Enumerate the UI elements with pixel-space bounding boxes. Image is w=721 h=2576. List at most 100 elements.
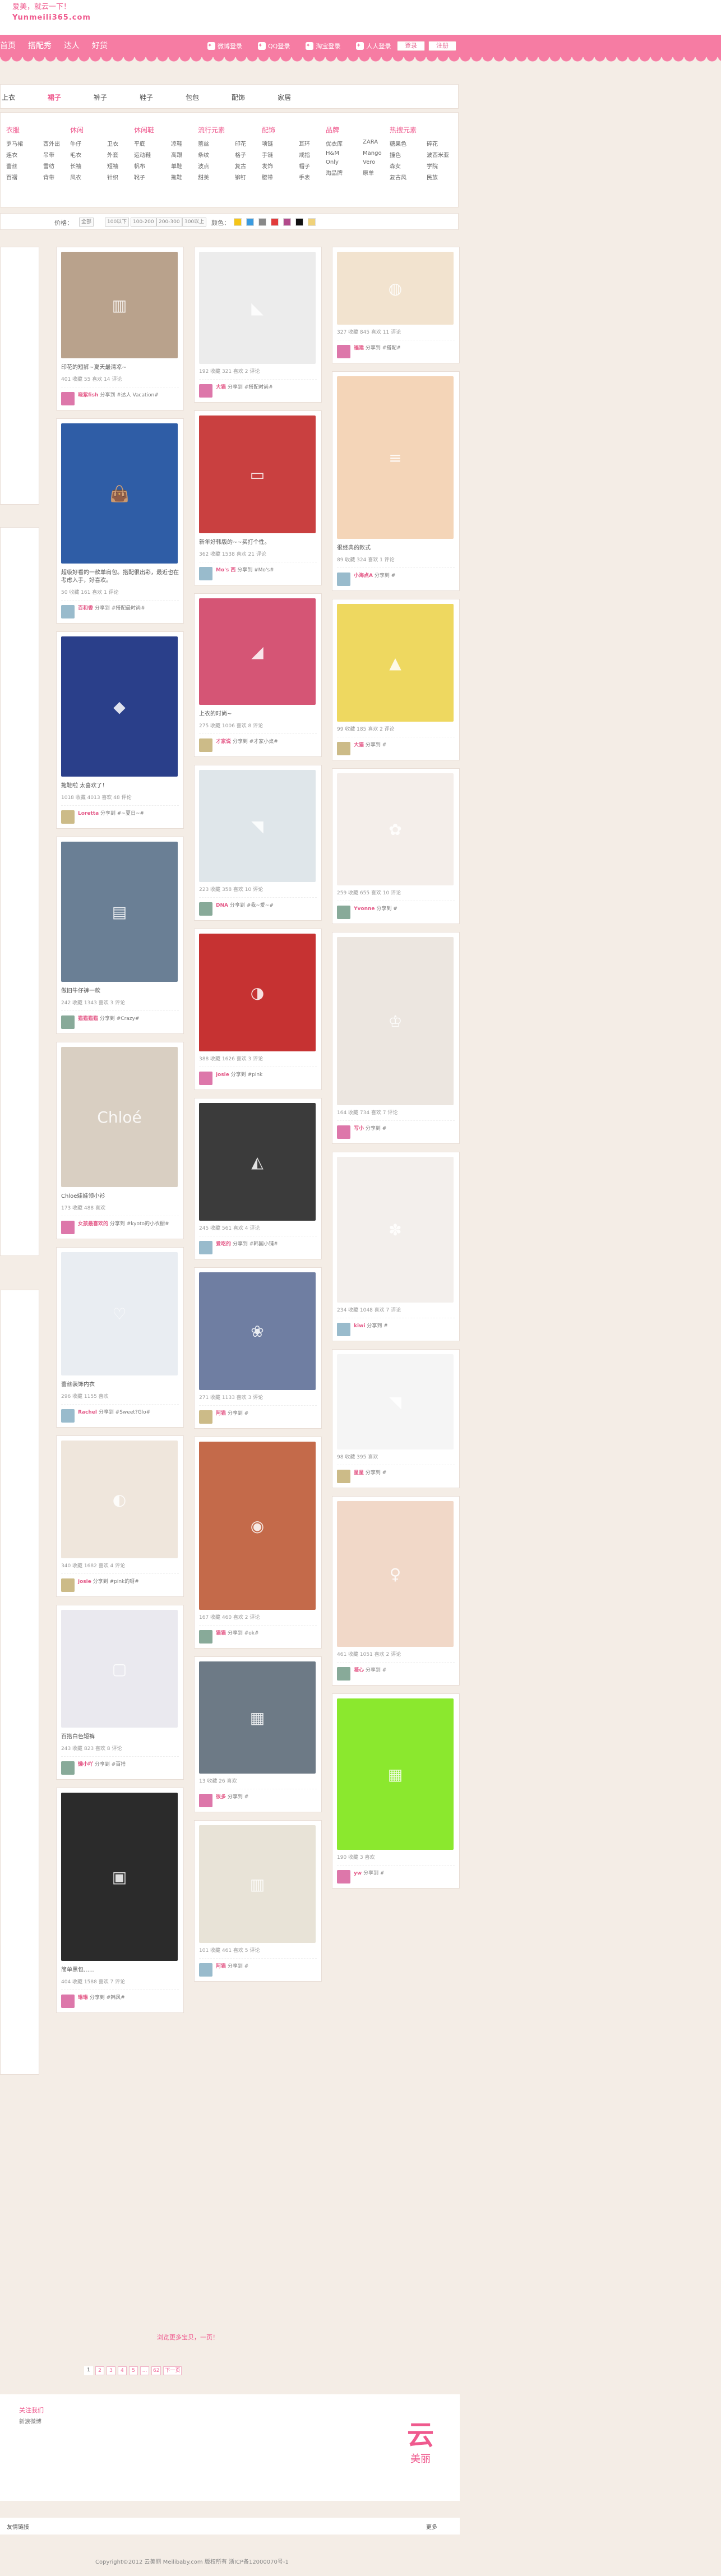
sharer-name[interactable]: josie bbox=[78, 1579, 91, 1585]
category-tab[interactable]: 配饰 bbox=[232, 93, 278, 102]
sharer-name[interactable]: kiwi bbox=[354, 1323, 365, 1329]
product-card[interactable]: ◐ 340 收藏 1682 喜欢 4 评论 josie 分享到 #pink的呀# bbox=[56, 1435, 184, 1597]
product-card[interactable]: ✿ 259 收藏 655 喜欢 10 评论 Yvonne 分享到 # bbox=[332, 768, 460, 924]
product-image[interactable]: Chloé bbox=[61, 1047, 178, 1187]
product-image[interactable]: ◥ bbox=[337, 1354, 454, 1449]
product-image[interactable]: ◐ bbox=[61, 1441, 178, 1558]
sharer-name[interactable]: 星星 bbox=[354, 1470, 364, 1476]
sharer-name[interactable]: 猫猫猫猫 bbox=[78, 1016, 98, 1022]
product-image[interactable]: ◭ bbox=[199, 1103, 316, 1221]
product-card[interactable]: ▲ 99 收藏 185 喜欢 2 评论 大猫 分享到 # bbox=[332, 599, 460, 760]
nav-item[interactable]: 达人 bbox=[64, 40, 92, 52]
color-swatch[interactable] bbox=[246, 218, 254, 226]
filter-option[interactable]: 复古风 bbox=[390, 173, 427, 181]
product-image[interactable]: ♀ bbox=[337, 1501, 454, 1647]
sharer-name[interactable]: 女孩最喜欢的 bbox=[78, 1221, 108, 1227]
product-image[interactable]: ▥ bbox=[199, 1825, 316, 1943]
category-tab[interactable]: 上衣 bbox=[2, 93, 48, 102]
product-card[interactable]: ◍ 327 收藏 845 喜欢 11 评论 福建 分享到 #搭配# bbox=[332, 247, 460, 363]
product-card[interactable]: ≡ 很经典的款式 89 收藏 324 喜欢 1 评论 小海点A 分享到 # bbox=[332, 371, 460, 591]
avatar[interactable] bbox=[337, 1470, 350, 1483]
sharer-name[interactable]: yw bbox=[354, 1871, 362, 1876]
avatar[interactable] bbox=[199, 1630, 212, 1644]
avatar[interactable] bbox=[337, 906, 350, 919]
category-tab[interactable]: 家居 bbox=[278, 93, 323, 102]
color-swatch[interactable] bbox=[271, 218, 279, 226]
avatar[interactable] bbox=[61, 810, 75, 824]
page-link[interactable]: 下一页 bbox=[163, 2366, 182, 2375]
filter-option[interactable]: 碎花 bbox=[427, 139, 464, 147]
filter-option[interactable]: 蕾丝 bbox=[6, 161, 43, 170]
filter-option[interactable]: 优衣库 bbox=[326, 139, 363, 147]
product-image[interactable]: ✽ bbox=[337, 1157, 454, 1303]
price-option[interactable]: 全部 bbox=[79, 218, 94, 227]
product-card[interactable]: ❀ 271 收藏 1133 喜欢 3 评论 阿猫 分享到 # bbox=[194, 1267, 322, 1429]
avatar[interactable] bbox=[199, 567, 212, 580]
filter-option[interactable]: 撞色 bbox=[390, 150, 427, 159]
category-tab[interactable]: 裤子 bbox=[94, 93, 140, 102]
filter-option[interactable]: 波点 bbox=[198, 161, 235, 170]
product-card[interactable]: ✽ 234 收藏 1048 喜欢 7 评论 kiwi 分享到 # bbox=[332, 1152, 460, 1341]
avatar[interactable] bbox=[337, 573, 350, 586]
filter-option[interactable]: 风衣 bbox=[70, 173, 107, 181]
page-link[interactable]: 4 bbox=[118, 2366, 127, 2375]
sharer-name[interactable]: 大猫 bbox=[216, 385, 226, 390]
avatar[interactable] bbox=[199, 1410, 212, 1424]
product-card[interactable]: ▤ 做旧牛仔裤一款 242 收藏 1343 喜欢 3 评论 猫猫猫猫 分享到 #Cra… bbox=[56, 837, 184, 1034]
color-swatch[interactable] bbox=[308, 218, 316, 226]
product-card[interactable]: ◥ 98 收藏 395 喜欢 星星 分享到 # bbox=[332, 1349, 460, 1488]
product-card[interactable]: ◢ 上衣的时尚~ 275 收藏 1006 喜欢 8 评论 才家说 分享到 #才家小桌# bbox=[194, 593, 322, 757]
avatar[interactable] bbox=[199, 1963, 212, 1977]
sharer-name[interactable]: Yvonne bbox=[354, 906, 375, 912]
avatar[interactable] bbox=[199, 1794, 212, 1807]
product-image[interactable]: ◢ bbox=[199, 598, 316, 705]
page-link[interactable]: 62 bbox=[151, 2366, 161, 2375]
product-card[interactable]: ◆ 拖鞋啦 太喜欢了！ 1018 收藏 4013 喜欢 48 评论 Loretta 分… bbox=[56, 631, 184, 829]
filter-option[interactable]: 腰带 bbox=[262, 173, 299, 181]
color-swatch[interactable] bbox=[283, 218, 291, 226]
product-image[interactable]: ▤ bbox=[61, 842, 178, 982]
price-option[interactable]: 200-300 bbox=[156, 218, 182, 227]
avatar[interactable] bbox=[199, 1072, 212, 1085]
login-option[interactable]: ✦ 人人登录 bbox=[356, 41, 391, 50]
product-card[interactable]: Chloé Chloe娃娃领小衫 173 收藏 488 喜欢 女孩最喜欢的 分享到 #… bbox=[56, 1042, 184, 1239]
filter-option[interactable]: 牛仔 bbox=[70, 139, 107, 147]
avatar[interactable] bbox=[337, 1667, 350, 1681]
nav-item[interactable]: 首页 bbox=[0, 40, 28, 52]
product-image[interactable]: ◉ bbox=[199, 1442, 316, 1610]
filter-option[interactable]: 靴子 bbox=[134, 173, 171, 181]
product-card[interactable]: ◣ 192 收藏 321 喜欢 2 评论 大猫 分享到 #搭配时尚# bbox=[194, 247, 322, 403]
login-option[interactable]: ✦ 淘宝登录 bbox=[306, 41, 340, 50]
sharer-name[interactable]: 晓紫fish bbox=[78, 393, 98, 398]
color-swatch[interactable] bbox=[258, 218, 266, 226]
sharer-name[interactable]: 福建 bbox=[354, 345, 364, 351]
filter-option[interactable]: 平底 bbox=[134, 139, 171, 147]
avatar[interactable] bbox=[337, 1870, 350, 1883]
product-image[interactable]: ◣ bbox=[199, 252, 316, 364]
avatar[interactable] bbox=[61, 1221, 75, 1234]
filter-option[interactable]: 运动鞋 bbox=[134, 150, 171, 159]
product-card[interactable]: ▦ 13 收藏 26 喜欢 很多 分享到 # bbox=[194, 1656, 322, 1812]
sharer-name[interactable]: 懒小吖 bbox=[78, 1762, 93, 1767]
avatar[interactable] bbox=[61, 1409, 75, 1423]
product-card[interactable]: ◉ 167 收藏 460 喜欢 2 评论 猫猫 分享到 #ok# bbox=[194, 1437, 322, 1649]
filter-option[interactable]: Only bbox=[326, 159, 363, 165]
product-card[interactable]: ▥ 101 收藏 461 喜欢 5 评论 阿猫 分享到 # bbox=[194, 1820, 322, 1982]
product-image[interactable]: ▦ bbox=[199, 1661, 316, 1774]
sharer-name[interactable]: josie bbox=[216, 1072, 229, 1078]
product-image[interactable]: ▦ bbox=[337, 1698, 454, 1850]
color-swatch[interactable] bbox=[295, 218, 303, 226]
product-card[interactable]: ♔ 164 收藏 734 喜欢 7 评论 写小 分享到 # bbox=[332, 932, 460, 1144]
sharer-name[interactable]: 琳琳 bbox=[78, 1995, 88, 2001]
sharer-name[interactable]: 阿猫 bbox=[216, 1964, 226, 1969]
price-option[interactable]: 100-200 bbox=[131, 218, 156, 227]
product-image[interactable]: ◆ bbox=[61, 636, 178, 777]
sharer-name[interactable]: 写小 bbox=[354, 1126, 364, 1132]
product-card[interactable]: ▥ 印花的短裤~夏天最清凉~ 401 收藏 55 喜欢 14 评论 晓紫fish 分享… bbox=[56, 247, 184, 410]
filter-option[interactable]: H&M bbox=[326, 150, 363, 156]
avatar[interactable] bbox=[337, 345, 350, 358]
sharer-name[interactable]: 爱吃的 bbox=[216, 1241, 231, 1247]
product-image[interactable]: ♡ bbox=[61, 1252, 178, 1375]
product-image[interactable]: ▭ bbox=[199, 416, 316, 533]
page-link[interactable]: 3 bbox=[107, 2366, 115, 2375]
